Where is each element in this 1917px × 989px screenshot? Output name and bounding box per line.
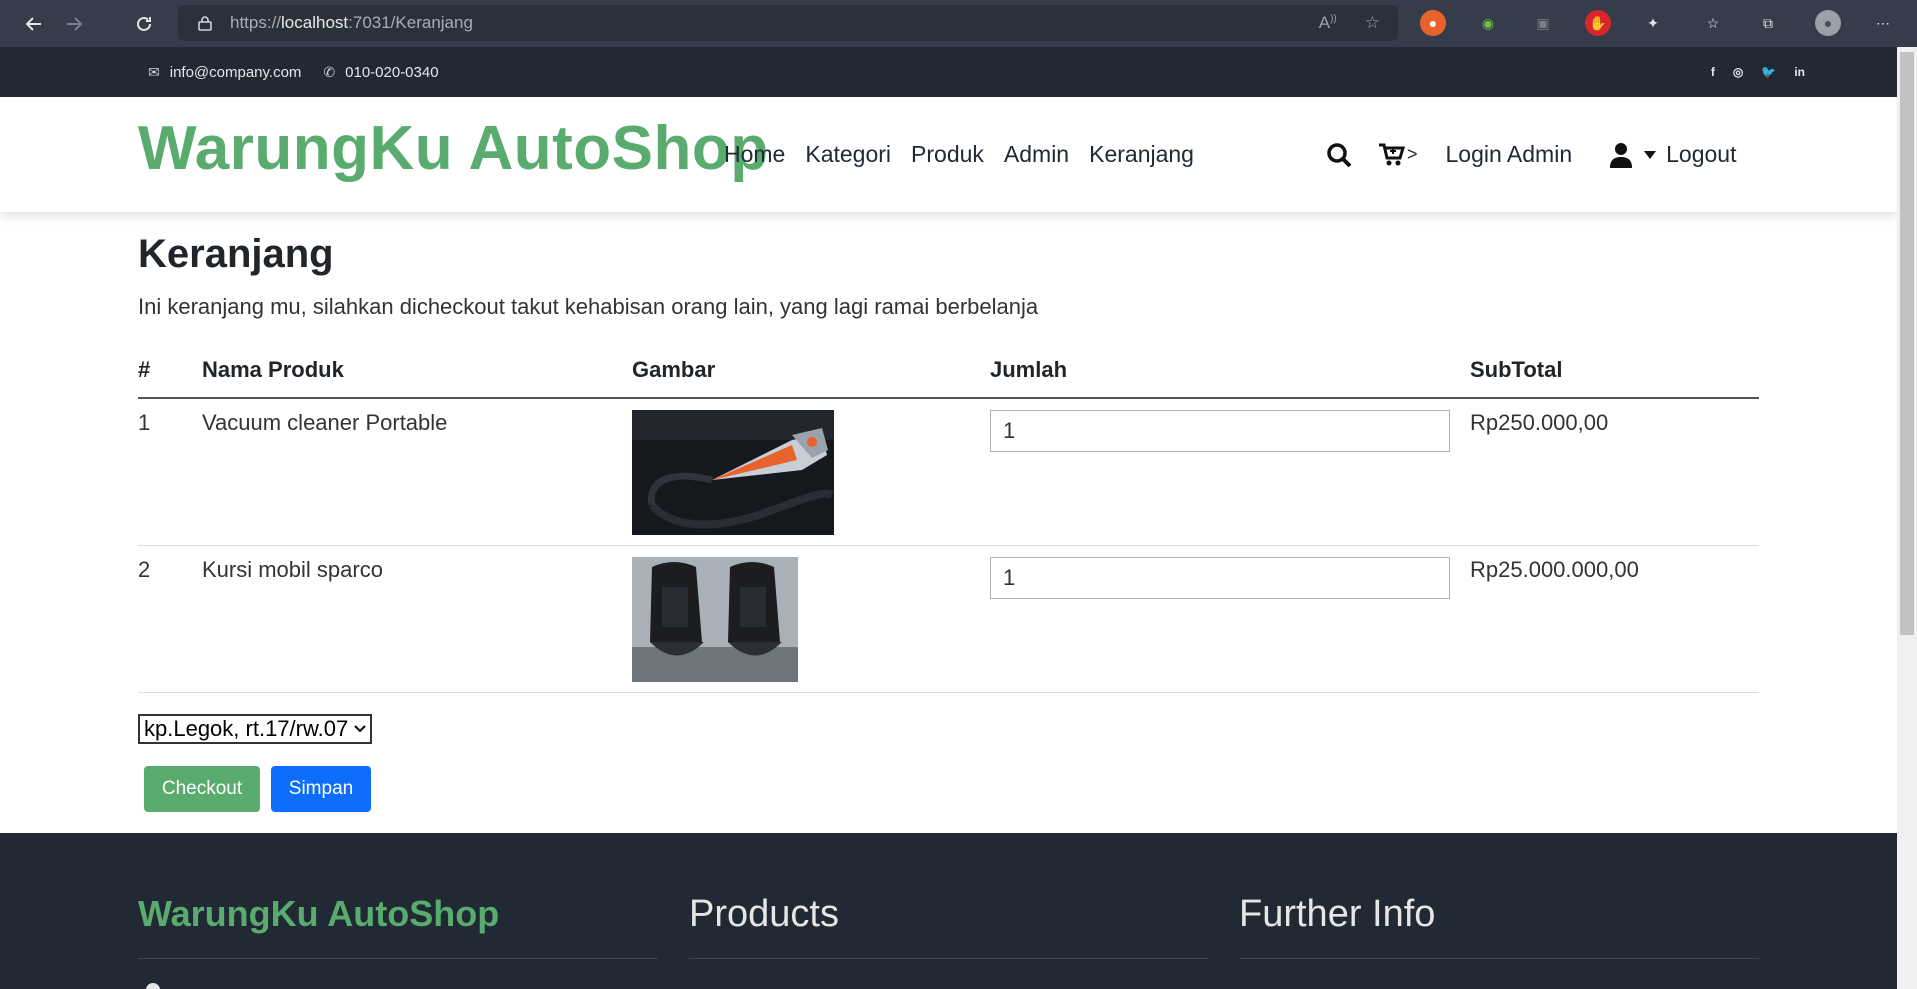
reload-icon[interactable] [130, 10, 158, 38]
product-name: Kursi mobil sparco [202, 545, 632, 693]
col-header-image: Gambar [632, 345, 990, 399]
caret-down-icon [1644, 150, 1657, 159]
product-name: Vacuum cleaner Portable [202, 398, 632, 546]
contact-email[interactable]: info@company.com [170, 64, 302, 81]
location-icon [146, 983, 160, 989]
search-icon[interactable] [1326, 142, 1352, 168]
row-number: 1 [138, 398, 202, 546]
collections-icon[interactable]: ⧉ [1755, 10, 1781, 36]
twitter-icon[interactable]: 🐦 [1761, 65, 1776, 79]
more-menu-icon[interactable]: ⋯ [1870, 10, 1896, 36]
nav-kategori[interactable]: Kategori [805, 141, 891, 168]
extension-globe-icon[interactable]: ◉ [1475, 10, 1501, 36]
site-header: WarungKu AutoShop Home Kategori Produk A… [0, 97, 1897, 212]
adblock-icon[interactable]: ✋ [1585, 10, 1611, 36]
nav-admin[interactable]: Admin [1004, 141, 1069, 168]
footer-divider [138, 958, 658, 959]
footer-divider [1239, 958, 1759, 959]
address-select[interactable]: kp.Legok, rt.17/rw.07 [138, 714, 373, 744]
checkout-button[interactable]: Checkout [144, 766, 260, 812]
duckduckgo-icon[interactable]: ● [1420, 10, 1446, 36]
envelope-icon: ✉ [148, 63, 160, 80]
profile-avatar-icon[interactable]: ● [1815, 10, 1841, 36]
footer-divider [689, 958, 1209, 959]
table-row: 2 Kursi mobil sparco Rp25.000.000,00 [138, 545, 1759, 693]
footer-brand: WarungKu AutoShop [138, 893, 500, 934]
login-admin-link[interactable]: Login Admin [1446, 141, 1573, 168]
facebook-icon[interactable]: f [1711, 65, 1715, 79]
col-header-number: # [138, 345, 202, 399]
instagram-icon[interactable]: ◎ [1733, 65, 1743, 79]
user-icon [1610, 142, 1633, 168]
extensions-puzzle-icon[interactable]: ✦ [1640, 10, 1666, 36]
cart-suffix: > [1407, 144, 1418, 164]
address-bar[interactable]: https://localhost:7031/Keranjang A)) ☆ [178, 5, 1398, 41]
col-header-quantity: Jumlah [990, 345, 1470, 399]
table-row: 1 Vacuum cleaner Portable Rp250.000,00 [138, 398, 1759, 546]
footer-products-heading: Products [689, 893, 839, 935]
browser-toolbar: https://localhost:7031/Keranjang A)) ☆ ●… [0, 0, 1917, 47]
nav-home[interactable]: Home [724, 141, 785, 168]
subtotal: Rp25.000.000,00 [1470, 545, 1759, 693]
extension-image-icon[interactable]: ▣ [1530, 10, 1556, 36]
vacuum-image [632, 410, 834, 535]
brand-logo[interactable]: WarungKu AutoShop [138, 113, 769, 184]
read-aloud-icon[interactable]: A)) [1319, 13, 1337, 33]
quantity-input[interactable] [990, 557, 1450, 599]
subtotal: Rp250.000,00 [1470, 398, 1759, 546]
cart-icon [1379, 143, 1406, 165]
col-header-name: Nama Produk [202, 345, 632, 399]
cart-table: # Nama Produk Gambar Jumlah SubTotal 1 V… [138, 345, 1759, 693]
user-dropdown[interactable] [1610, 142, 1657, 168]
page-scrollbar[interactable] [1897, 47, 1917, 989]
logout-link[interactable]: Logout [1666, 141, 1736, 168]
chevron-down-icon [354, 725, 366, 733]
nav-produk[interactable]: Produk [911, 141, 984, 168]
col-header-subtotal: SubTotal [1470, 345, 1759, 399]
contact-phone[interactable]: 010-020-0340 [345, 64, 438, 81]
phone-icon: ✆ [323, 63, 336, 80]
scrollbar-thumb[interactable] [1900, 52, 1914, 635]
back-icon[interactable] [20, 10, 48, 38]
nav-keranjang[interactable]: Keranjang [1089, 141, 1194, 168]
favorites-icon[interactable]: ☆ [1700, 10, 1726, 36]
url-text: https://localhost:7031/Keranjang [230, 13, 473, 32]
page-title: Keranjang [138, 232, 334, 276]
top-info-bar: ✉ info@company.com ✆ 010-020-0340 f ◎ 🐦 … [0, 47, 1897, 97]
site-footer: WarungKu AutoShop Products Further Info [0, 833, 1897, 989]
footer-further-info-heading: Further Info [1239, 893, 1436, 935]
main-nav: Home Kategori Produk Admin Keranjang [724, 97, 1194, 212]
row-number: 2 [138, 545, 202, 693]
add-favorite-icon[interactable]: ☆ [1365, 13, 1380, 33]
lock-icon [198, 16, 212, 31]
address-selected-value: kp.Legok, rt.17/rw.07 [144, 716, 349, 741]
save-button[interactable]: Simpan [271, 766, 371, 812]
page-description: Ini keranjang mu, silahkan dicheckout ta… [138, 294, 1039, 319]
quantity-input[interactable] [990, 410, 1450, 452]
table-header-row: # Nama Produk Gambar Jumlah SubTotal [138, 345, 1759, 399]
car-seats-image [632, 557, 798, 682]
cart-button[interactable]: > [1378, 143, 1418, 167]
linkedin-icon[interactable]: in [1794, 65, 1805, 79]
forward-icon[interactable] [60, 10, 88, 38]
